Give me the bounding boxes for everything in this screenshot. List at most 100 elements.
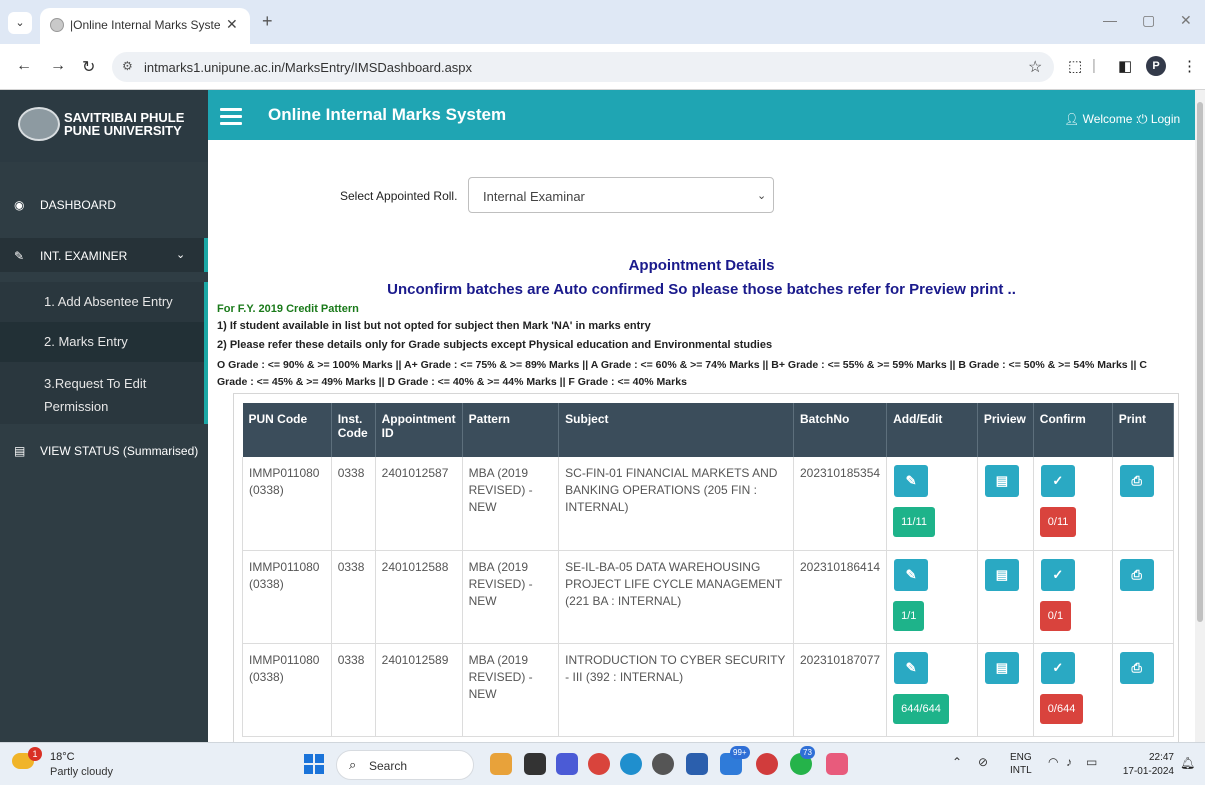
windows-start-icon[interactable] — [304, 754, 324, 774]
clock-date: 17-01-2024 — [1122, 766, 1174, 777]
sidebar: SAVITRIBAI PHULE PUNE UNIVERSITY ◉ DASHB… — [0, 90, 208, 742]
appointment-notice: Unconfirm batches are Auto confirmed So … — [387, 281, 1016, 298]
user-icon: 👤︎ — [1064, 112, 1083, 126]
confirm-icon: ✓ — [1052, 473, 1064, 488]
chevron-down-icon: ⌄ — [176, 249, 186, 261]
sidebar-item-label: 3.Request To Edit — [44, 376, 147, 391]
sidebar-item-label: Permission — [44, 399, 109, 414]
appointment-id-cell: 2401012589 — [375, 643, 463, 737]
batch-no-cell: 202310185354 — [793, 457, 888, 551]
weather-condition[interactable]: Partly cloudy — [50, 766, 113, 778]
inst-code-cell: 0338 — [331, 550, 376, 644]
sidebar-item-marks-entry[interactable]: 2. Marks Entry — [0, 322, 208, 362]
sidebar-item-add-absentee[interactable]: 1. Add Absentee Entry — [0, 282, 208, 322]
volume-icon[interactable]: ♪ — [1066, 755, 1072, 769]
confirm-button[interactable]: ✓ — [1040, 651, 1075, 684]
store-app-icon[interactable] — [686, 753, 708, 775]
add-edit-cell: ✎ 11/11 — [886, 457, 978, 551]
edit-icon: ✎ — [905, 473, 917, 488]
sidebar-item-dashboard[interactable]: ◉ DASHBOARD — [0, 194, 208, 218]
battery-icon[interactable]: ▭ — [1086, 755, 1097, 769]
notification-bell-icon[interactable]: 🔔︎ — [1180, 756, 1195, 770]
preview-button[interactable]: ▤ — [984, 465, 1019, 497]
page-scrollbar[interactable] — [1195, 90, 1205, 742]
side-panel-icon[interactable]: ◧ — [1118, 57, 1132, 75]
document-icon: ▤ — [995, 473, 1008, 488]
wifi-icon[interactable]: ◠ — [1048, 755, 1058, 769]
scrollbar-thumb[interactable] — [1197, 102, 1203, 622]
edit-icon: ✎ — [905, 659, 917, 675]
preview-button[interactable]: ▤ — [984, 558, 1019, 591]
profile-avatar[interactable]: P — [1146, 56, 1166, 76]
show-hidden-icons-icon[interactable]: ⌃ — [952, 755, 962, 769]
browser-menu-icon[interactable]: ⋮ — [1182, 57, 1197, 75]
back-icon[interactable]: ← — [16, 57, 32, 75]
taskbar-search-label: Search — [369, 759, 408, 773]
add-edit-cell: ✎ 644/644 — [886, 643, 978, 737]
preview-cell: ▤ — [977, 457, 1034, 551]
header-pattern: Pattern — [462, 403, 560, 457]
language-line-1: ENG — [1010, 752, 1032, 763]
extensions-icon[interactable]: ⬚ — [1068, 57, 1082, 75]
tab-close-icon[interactable]: ✕ — [226, 16, 238, 33]
minimize-icon[interactable]: — — [1103, 12, 1117, 28]
print-button[interactable]: ⎙ — [1119, 465, 1154, 497]
browser-toolbar: ← → ↻ ⚙ intmarks1.unipune.ac.in/MarksEnt… — [0, 44, 1205, 90]
new-tab-button[interactable]: + — [262, 11, 273, 32]
address-bar[interactable]: ⚙ intmarks1.unipune.ac.in/MarksEntry/IMS… — [112, 52, 1054, 82]
mail-badge: 99+ — [730, 746, 750, 759]
chrome-app-icon[interactable] — [588, 753, 610, 775]
teams-app-icon[interactable] — [556, 753, 578, 775]
appointed-roll-select[interactable]: Internal Examinar ⌄ — [468, 177, 774, 213]
site-info-icon[interactable]: ⚙ — [122, 59, 133, 73]
widgets-app-icon[interactable] — [490, 753, 512, 775]
university-logo-icon — [18, 107, 60, 141]
taskbar-clock[interactable]: 22:47 17-01-2024 — [1116, 751, 1174, 779]
sidebar-item-request-edit[interactable]: 3.Request To Edit Permission — [0, 362, 208, 424]
print-button[interactable]: ⎙ — [1119, 651, 1154, 684]
sidebar-item-label: INT. EXAMINER — [40, 249, 128, 263]
bookmark-star-icon[interactable]: ☆ — [1028, 57, 1042, 77]
restore-icon[interactable]: ▢ — [1142, 12, 1155, 29]
add-edit-button[interactable]: ✎ — [894, 651, 929, 684]
document-icon: ▤ — [995, 659, 1008, 675]
close-window-icon[interactable]: ✕ — [1180, 12, 1192, 29]
add-edit-button[interactable]: ✎ — [894, 465, 929, 497]
add-count-badge: 11/11 — [893, 507, 935, 537]
login-link[interactable]: ⏻ Login — [1138, 112, 1180, 127]
toolbar-divider: | — [1092, 57, 1096, 74]
language-line-2: INTL — [1010, 765, 1032, 776]
confirm-button[interactable]: ✓ — [1040, 558, 1075, 591]
add-edit-button[interactable]: ✎ — [894, 558, 929, 591]
weather-temp[interactable]: 18°C — [50, 751, 75, 763]
header-preview: Priview — [977, 403, 1034, 457]
confirm-button[interactable]: ✓ — [1040, 465, 1075, 497]
dell-app-icon[interactable] — [652, 753, 674, 775]
preview-button[interactable]: ▤ — [984, 651, 1019, 684]
edge-app-icon[interactable] — [620, 753, 642, 775]
list-icon: ▤ — [14, 444, 26, 458]
roll-label: Select Appointed Roll. — [340, 189, 458, 203]
sidebar-item-int-examiner[interactable]: ✎ INT. EXAMINER ⌄ — [0, 238, 208, 272]
hamburger-menu-icon[interactable] — [220, 108, 242, 126]
snipping-app-icon[interactable] — [826, 753, 848, 775]
sidebar-item-view-status[interactable]: ▤ VIEW STATUS (Summarised) — [0, 440, 208, 464]
location-icon[interactable]: ⊘ — [978, 755, 988, 769]
language-indicator[interactable]: ENG INTL — [1010, 751, 1032, 777]
task-view-icon[interactable] — [524, 753, 546, 775]
forward-icon[interactable]: → — [50, 57, 66, 75]
tab-search-button[interactable]: ⌄ — [8, 12, 32, 34]
taskbar-search[interactable]: ⌕ Search — [336, 750, 474, 780]
login-label: Login — [1150, 112, 1181, 126]
url-text[interactable]: intmarks1.unipune.ac.in/MarksEntry/IMSDa… — [144, 60, 472, 75]
sidebar-item-label: 1. Add Absentee Entry — [44, 294, 173, 309]
print-button[interactable]: ⎙ — [1119, 558, 1154, 591]
edit-icon: ✎ — [14, 249, 25, 263]
chrome-profile-app-icon[interactable] — [756, 753, 778, 775]
batch-no-cell: 202310187077 — [793, 643, 888, 737]
document-icon: ▤ — [995, 566, 1008, 582]
reload-icon[interactable]: ↻ — [82, 57, 95, 77]
university-brand[interactable]: SAVITRIBAI PHULE PUNE UNIVERSITY — [0, 90, 208, 162]
subject-cell: SE-IL-BA-05 DATA WAREHOUSING PROJECT LIF… — [558, 550, 794, 644]
browser-tab[interactable]: |Online Internal Marks System | ✕ — [40, 8, 250, 44]
